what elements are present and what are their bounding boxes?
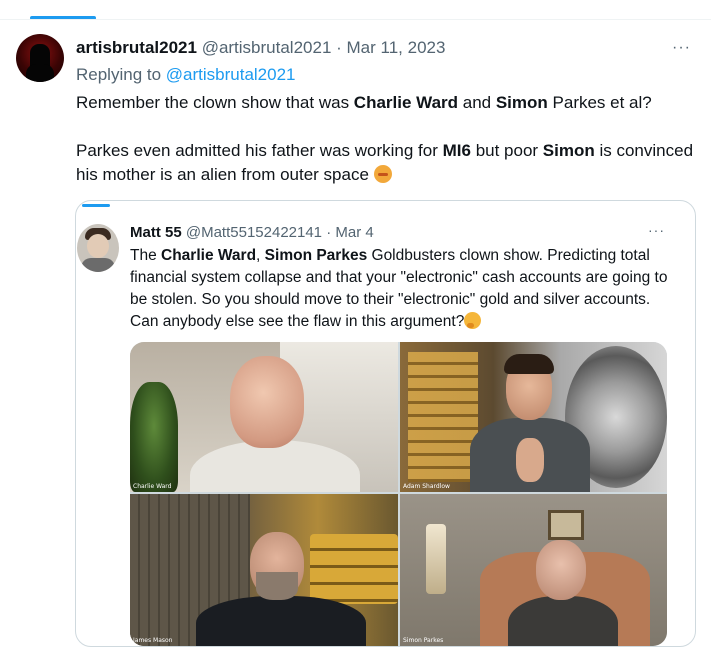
quoted-text: The Charlie Ward, Simon Parkes Goldbuste… (130, 245, 675, 333)
video-panel-charlie-ward: Charlie Ward (130, 342, 398, 492)
panel-label: Simon Parkes (403, 637, 444, 644)
quoted-tweet[interactable]: Matt 55 @Matt55152422141 · Mar 4 ··· The… (75, 200, 696, 647)
video-panel-simon-parkes: Simon Parkes (400, 494, 667, 646)
separator: · (331, 38, 347, 57)
thinking-face-emoji-icon (464, 312, 482, 329)
text-bold: Simon (495, 93, 548, 112)
person-facepalming-emoji-icon (373, 165, 392, 183)
text-span: and (458, 93, 496, 112)
person-body (196, 596, 366, 646)
text-bold: Charlie Ward (353, 93, 459, 112)
divider (0, 19, 711, 20)
person-head (536, 540, 586, 600)
text-bold: Simon Parkes (264, 247, 368, 264)
text-span: Remember the clown show that was (76, 93, 354, 112)
quoted-timestamp[interactable]: Mar 4 (335, 224, 373, 241)
tweet-paragraph-2: Parkes even admitted his father was work… (76, 139, 701, 187)
text-span: Parkes even admitted his father was work… (76, 141, 443, 160)
quoted-header: Matt 55 @Matt55152422141 · Mar 4 (130, 223, 374, 243)
text-bold: Charlie Ward (161, 247, 257, 264)
tweet-text: Remember the clown show that was Charlie… (76, 91, 701, 187)
panel-label: Adam Shardlow (403, 483, 450, 490)
replying-to: Replying to @artisbrutal2021 (76, 64, 296, 86)
person-hands (516, 438, 544, 482)
panel-label: James Mason (133, 637, 173, 644)
text-span: Parkes et al? (547, 93, 652, 112)
handle[interactable]: @artisbrutal2021 (202, 38, 332, 57)
person-beard (256, 572, 298, 600)
video-panel-james-mason: James Mason (130, 494, 398, 646)
media-image[interactable]: Charlie Ward Adam Shardlow James Mason S (130, 342, 667, 646)
tweet-paragraph-1: Remember the clown show that was Charlie… (76, 91, 701, 115)
quoted-avatar[interactable] (77, 224, 119, 272)
text-span: but poor (470, 141, 543, 160)
video-panel-adam-shardlow: Adam Shardlow (400, 342, 667, 492)
gold-shelves (408, 352, 478, 482)
quoted-more-icon[interactable]: ··· (648, 222, 665, 238)
lamp (426, 524, 446, 594)
avatar[interactable] (16, 34, 64, 82)
text-span: The (130, 247, 162, 264)
background-plant (130, 382, 178, 492)
replying-to-link[interactable]: @artisbrutal2021 (166, 65, 296, 84)
quoted-handle[interactable]: @Matt55152422141 (186, 224, 322, 241)
tweet-header: artisbrutal2021 @artisbrutal2021 · Mar 1… (76, 38, 445, 58)
avatar-shirt (81, 258, 115, 272)
person-body (508, 596, 618, 646)
more-icon[interactable]: ··· (672, 38, 691, 58)
timestamp[interactable]: Mar 11, 2023 (347, 38, 446, 57)
display-name[interactable]: artisbrutal2021 (76, 38, 197, 57)
panel-label: Charlie Ward (133, 483, 172, 490)
person-head (230, 356, 304, 448)
text-span: , (256, 247, 265, 264)
quoted-display-name[interactable]: Matt 55 (130, 224, 182, 241)
avatar-face (87, 234, 109, 258)
person-hair (504, 354, 554, 374)
replying-prefix: Replying to (76, 65, 166, 84)
quote-accent-bar (82, 204, 110, 207)
picture-frame (548, 510, 584, 540)
gold-bars (310, 534, 398, 604)
separator: · (322, 224, 336, 241)
text-bold: Simon (542, 141, 595, 160)
text-bold: MI6 (442, 141, 471, 160)
avatar-figure-body (26, 64, 54, 82)
